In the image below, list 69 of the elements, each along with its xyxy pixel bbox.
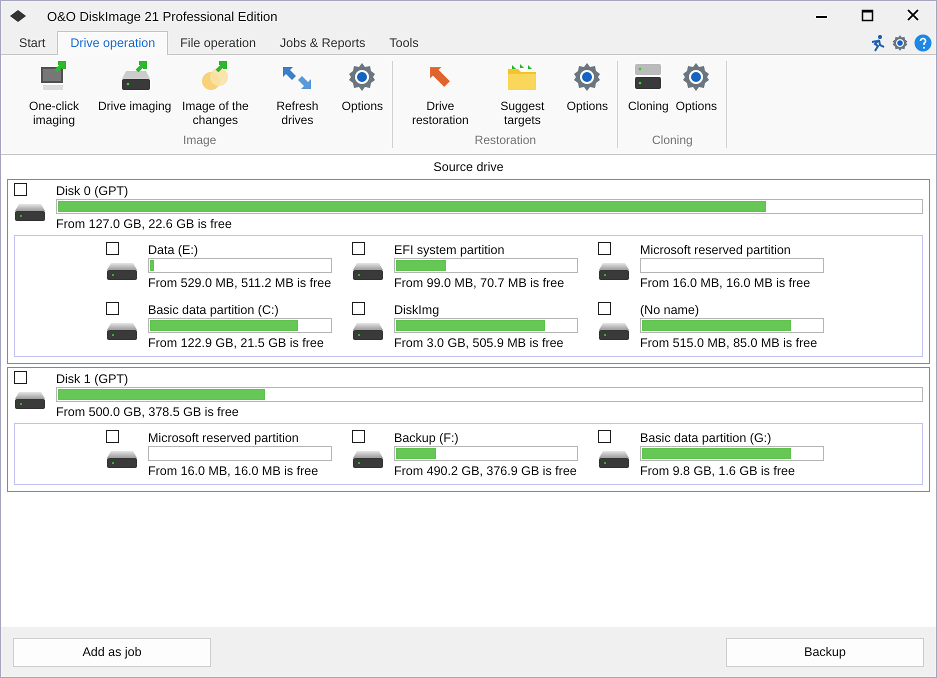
partition-name: EFI system partition <box>394 242 506 258</box>
partition-info: From 529.0 MB, 511.2 MB is free <box>148 275 332 292</box>
ribbon-button[interactable]: One-click imaging <box>16 99 92 127</box>
ribbon-button[interactable]: Cloning <box>628 99 669 113</box>
drive-icon <box>106 322 138 341</box>
tab[interactable]: Tools <box>377 32 431 54</box>
action-button[interactable]: Add as job <box>13 638 211 666</box>
disk-name: Disk 1 (GPT) <box>56 371 130 387</box>
settings-icon[interactable] <box>891 34 909 52</box>
section-title: Source drive <box>432 159 505 176</box>
partition-name: Backup (F:) <box>394 430 460 446</box>
partition-info: From 9.8 GB, 1.6 GB is free <box>640 463 796 480</box>
drive-icon <box>598 450 630 469</box>
checkbox[interactable] <box>14 371 27 384</box>
ribbon-button[interactable]: Suggest targets <box>484 99 560 127</box>
partition-info: From 122.9 GB, 21.5 GB is free <box>148 335 325 352</box>
checkbox[interactable] <box>352 302 365 315</box>
help-icon[interactable] <box>914 34 932 52</box>
partition-name: Microsoft reserved partition <box>148 430 300 446</box>
drive-icon <box>14 203 46 222</box>
checkbox[interactable] <box>106 302 119 315</box>
action-button[interactable]: Backup <box>726 638 924 666</box>
tab[interactable]: Start <box>7 32 58 54</box>
checkbox[interactable] <box>14 183 27 196</box>
drive-icon <box>598 322 630 341</box>
group-label: Restoration <box>474 133 538 148</box>
checkbox[interactable] <box>598 430 611 443</box>
ribbon-button[interactable]: Drive imaging <box>98 99 172 113</box>
partition-name: Data (E:) <box>148 242 200 258</box>
checkbox[interactable] <box>598 242 611 255</box>
tab[interactable]: Drive operation <box>57 31 168 55</box>
partition-name: DiskImg <box>394 302 440 318</box>
partition-name: Basic data partition (G:) <box>640 430 772 446</box>
group-label: Cloning <box>651 133 694 148</box>
ribbon-button[interactable]: Image of the changes <box>177 99 254 127</box>
ribbon-button[interactable]: Options <box>342 99 384 113</box>
group-label: Image <box>182 133 218 148</box>
partition-info: From 515.0 MB, 85.0 MB is free <box>640 335 818 352</box>
partition-info: From 490.2 GB, 376.9 GB is free <box>394 463 578 480</box>
drive-icon <box>106 450 138 469</box>
drive-icon <box>352 450 384 469</box>
checkbox[interactable] <box>106 242 119 255</box>
partition-info: From 16.0 MB, 16.0 MB is free <box>640 275 812 292</box>
checkbox[interactable] <box>352 430 365 443</box>
partition-name: Microsoft reserved partition <box>640 242 792 258</box>
ribbon-button[interactable]: Drive restoration <box>402 99 478 127</box>
disk-info: From 500.0 GB, 378.5 GB is free <box>56 404 240 421</box>
tab[interactable]: File operation <box>168 32 268 54</box>
app-icon <box>9 9 27 23</box>
drive-icon <box>598 262 630 281</box>
partition-name: Basic data partition (C:) <box>148 302 280 318</box>
partition-info: From 3.0 GB, 505.9 MB is free <box>394 335 565 352</box>
checkbox[interactable] <box>106 430 119 443</box>
partition-info: From 99.0 MB, 70.7 MB is free <box>394 275 566 292</box>
partition-info: From 16.0 MB, 16.0 MB is free <box>148 463 320 480</box>
disk-name: Disk 0 (GPT) <box>56 183 130 199</box>
drive-icon <box>106 262 138 281</box>
drive-icon <box>14 391 46 410</box>
checkbox[interactable] <box>352 242 365 255</box>
drive-icon <box>352 322 384 341</box>
window-title: O&O DiskImage 21 Professional Edition <box>47 8 278 24</box>
ribbon-button[interactable]: Refresh drives <box>259 99 336 127</box>
ribbon-button[interactable]: Options <box>676 99 718 113</box>
partition-name: (No name) <box>640 302 700 318</box>
tab[interactable]: Jobs & Reports <box>268 32 378 54</box>
disk-info: From 127.0 GB, 22.6 GB is free <box>56 216 233 233</box>
ribbon-button[interactable]: Options <box>566 99 608 113</box>
checkbox[interactable] <box>598 302 611 315</box>
drive-icon <box>352 262 384 281</box>
